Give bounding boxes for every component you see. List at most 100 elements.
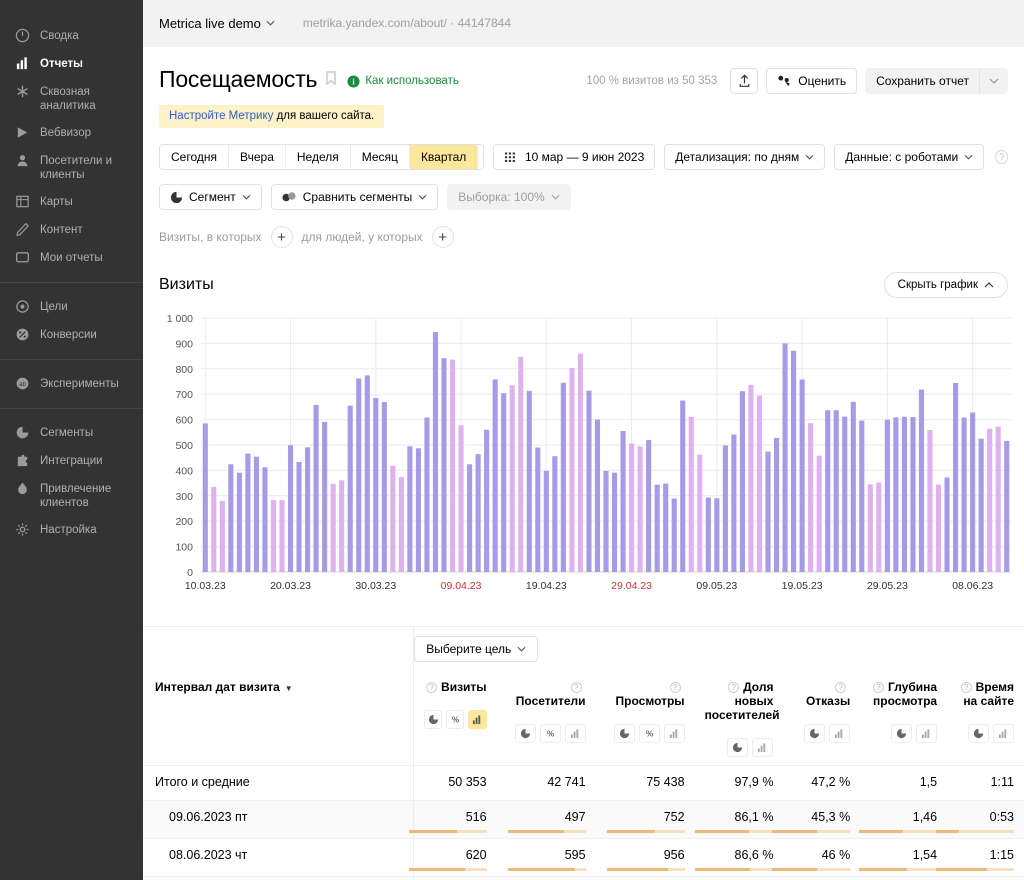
chart-bar[interactable] <box>399 477 404 572</box>
column-header-interval[interactable]: Интервал дат визита▼ <box>143 670 414 766</box>
chart-bar[interactable] <box>791 351 796 572</box>
chart-bar[interactable] <box>689 417 694 572</box>
view-bars-button[interactable] <box>993 724 1014 743</box>
chart-bar[interactable] <box>331 484 336 572</box>
period-week[interactable]: Неделя <box>286 145 351 169</box>
chart-bar[interactable] <box>467 464 472 572</box>
chart-bar[interactable] <box>262 467 267 572</box>
chart-bar[interactable] <box>680 401 685 572</box>
view-percent-button[interactable]: % <box>639 724 660 743</box>
data-source-help-icon[interactable]: ? <box>995 150 1008 164</box>
chart-bar[interactable] <box>279 500 284 572</box>
chart-bar[interactable] <box>979 439 984 572</box>
chart-bar[interactable] <box>441 358 446 572</box>
view-bars-button[interactable] <box>752 738 773 757</box>
chart-bar[interactable] <box>834 410 839 572</box>
chart-bar[interactable] <box>731 435 736 572</box>
chart-bar[interactable] <box>893 417 898 572</box>
chart-bar[interactable] <box>868 484 873 572</box>
chart-bar[interactable] <box>970 412 975 572</box>
chart-bar[interactable] <box>544 471 549 572</box>
column-header-bounces[interactable]: ?Отказы <box>783 670 860 766</box>
setup-metrica-link[interactable]: Настройте Метрику <box>169 110 273 122</box>
hide-chart-button[interactable]: Скрыть график <box>884 272 1008 298</box>
view-percent-button[interactable]: % <box>446 710 464 729</box>
chart-bar[interactable] <box>578 354 583 572</box>
view-bars-button[interactable] <box>468 710 486 729</box>
chart-bar[interactable] <box>535 448 540 572</box>
chart-bar[interactable] <box>987 429 992 572</box>
chart-bar[interactable] <box>211 487 216 572</box>
column-header-visitors[interactable]: ?Посетители % <box>497 670 596 766</box>
chart-bar[interactable] <box>757 395 762 572</box>
chart-bar[interactable] <box>817 456 822 572</box>
column-header-depth[interactable]: ?Глубина просмотра <box>860 670 947 766</box>
view-pie-button[interactable] <box>804 724 825 743</box>
sidebar-item-eksperimenty[interactable]: ab Эксперименты <box>0 370 143 398</box>
view-bars-button[interactable] <box>829 724 850 743</box>
chart-bar[interactable] <box>569 368 574 572</box>
chart-bar[interactable] <box>638 447 643 572</box>
chart-bar[interactable] <box>902 417 907 572</box>
chart-bar[interactable] <box>501 393 506 572</box>
chart-bar[interactable] <box>851 402 856 572</box>
chart-bar[interactable] <box>876 483 881 572</box>
chart-bar[interactable] <box>424 418 429 572</box>
chart-bar[interactable] <box>561 383 566 572</box>
chart-bar[interactable] <box>953 383 958 572</box>
sidebar-item-kontent[interactable]: Контент <box>0 216 143 244</box>
table-row[interactable]: 07.06.2023 ср57554785086,3 %49,6 %1,481:… <box>143 877 1024 880</box>
chart-bar[interactable] <box>339 480 344 572</box>
view-pie-button[interactable] <box>614 724 635 743</box>
how-to-use-link[interactable]: i Как использовать <box>347 75 459 88</box>
chart-bar[interactable] <box>288 445 293 572</box>
view-bars-button[interactable] <box>916 724 937 743</box>
chart-bar[interactable] <box>800 379 805 572</box>
sidebar-item-segmenty[interactable]: Сегменты <box>0 419 143 447</box>
view-pie-button[interactable] <box>968 724 989 743</box>
chart-bar[interactable] <box>458 425 463 572</box>
chart-bar[interactable] <box>629 443 634 572</box>
chart-bar[interactable] <box>910 417 915 572</box>
chart-bar[interactable] <box>586 391 591 572</box>
chart-bar[interactable] <box>1004 441 1009 572</box>
chart-bar[interactable] <box>740 391 745 572</box>
chart-bar[interactable] <box>996 427 1001 572</box>
help-icon[interactable]: ? <box>571 682 582 693</box>
chart-bar[interactable] <box>859 421 864 572</box>
add-people-condition-button[interactable]: + <box>432 226 454 248</box>
chart-bar[interactable] <box>203 423 208 572</box>
sidebar-item-skvoznaya-analitika[interactable]: Сквозная аналитика <box>0 78 143 119</box>
chart-bar[interactable] <box>254 457 259 572</box>
view-pie-button[interactable] <box>515 724 536 743</box>
date-range-button[interactable]: 10 мар — 9 июн 2023 <box>493 144 655 170</box>
sidebar-item-privlechenie-klientov[interactable]: Привлечение клиентов <box>0 475 143 516</box>
chart-bar[interactable] <box>774 438 779 572</box>
chart-bar[interactable] <box>612 473 617 572</box>
view-pie-button[interactable] <box>727 738 748 757</box>
chart-bar[interactable] <box>237 473 242 572</box>
chart-bar[interactable] <box>706 498 711 572</box>
chart-bar[interactable] <box>885 420 890 572</box>
sidebar-item-otchety[interactable]: Отчеты <box>0 50 143 78</box>
view-bars-button[interactable] <box>565 724 586 743</box>
save-report-button[interactable]: Сохранить отчет <box>865 68 1008 94</box>
chart-bar[interactable] <box>936 485 941 572</box>
help-icon[interactable]: ? <box>961 682 972 693</box>
chart-bar[interactable] <box>484 430 489 572</box>
chart-bar[interactable] <box>646 440 651 572</box>
chart-bar[interactable] <box>748 385 753 572</box>
chart-bar[interactable] <box>476 454 481 572</box>
chart-bar[interactable] <box>450 360 455 572</box>
chart-bar[interactable] <box>390 466 395 572</box>
column-header-visits[interactable]: ?Визиты % <box>414 670 497 766</box>
detalization-button[interactable]: Детализация: по дням <box>664 144 825 170</box>
save-report-dropdown[interactable] <box>979 68 1007 94</box>
chart-bar[interactable] <box>373 398 378 572</box>
chart-bar[interactable] <box>356 378 361 572</box>
sidebar-item-karty[interactable]: Карты <box>0 188 143 216</box>
visits-bar-chart[interactable]: 01002003004005006007008009001 00010.03.2… <box>159 310 1008 610</box>
export-button[interactable] <box>730 68 758 94</box>
chart-bar[interactable] <box>433 332 438 572</box>
chart-bar[interactable] <box>927 430 932 572</box>
